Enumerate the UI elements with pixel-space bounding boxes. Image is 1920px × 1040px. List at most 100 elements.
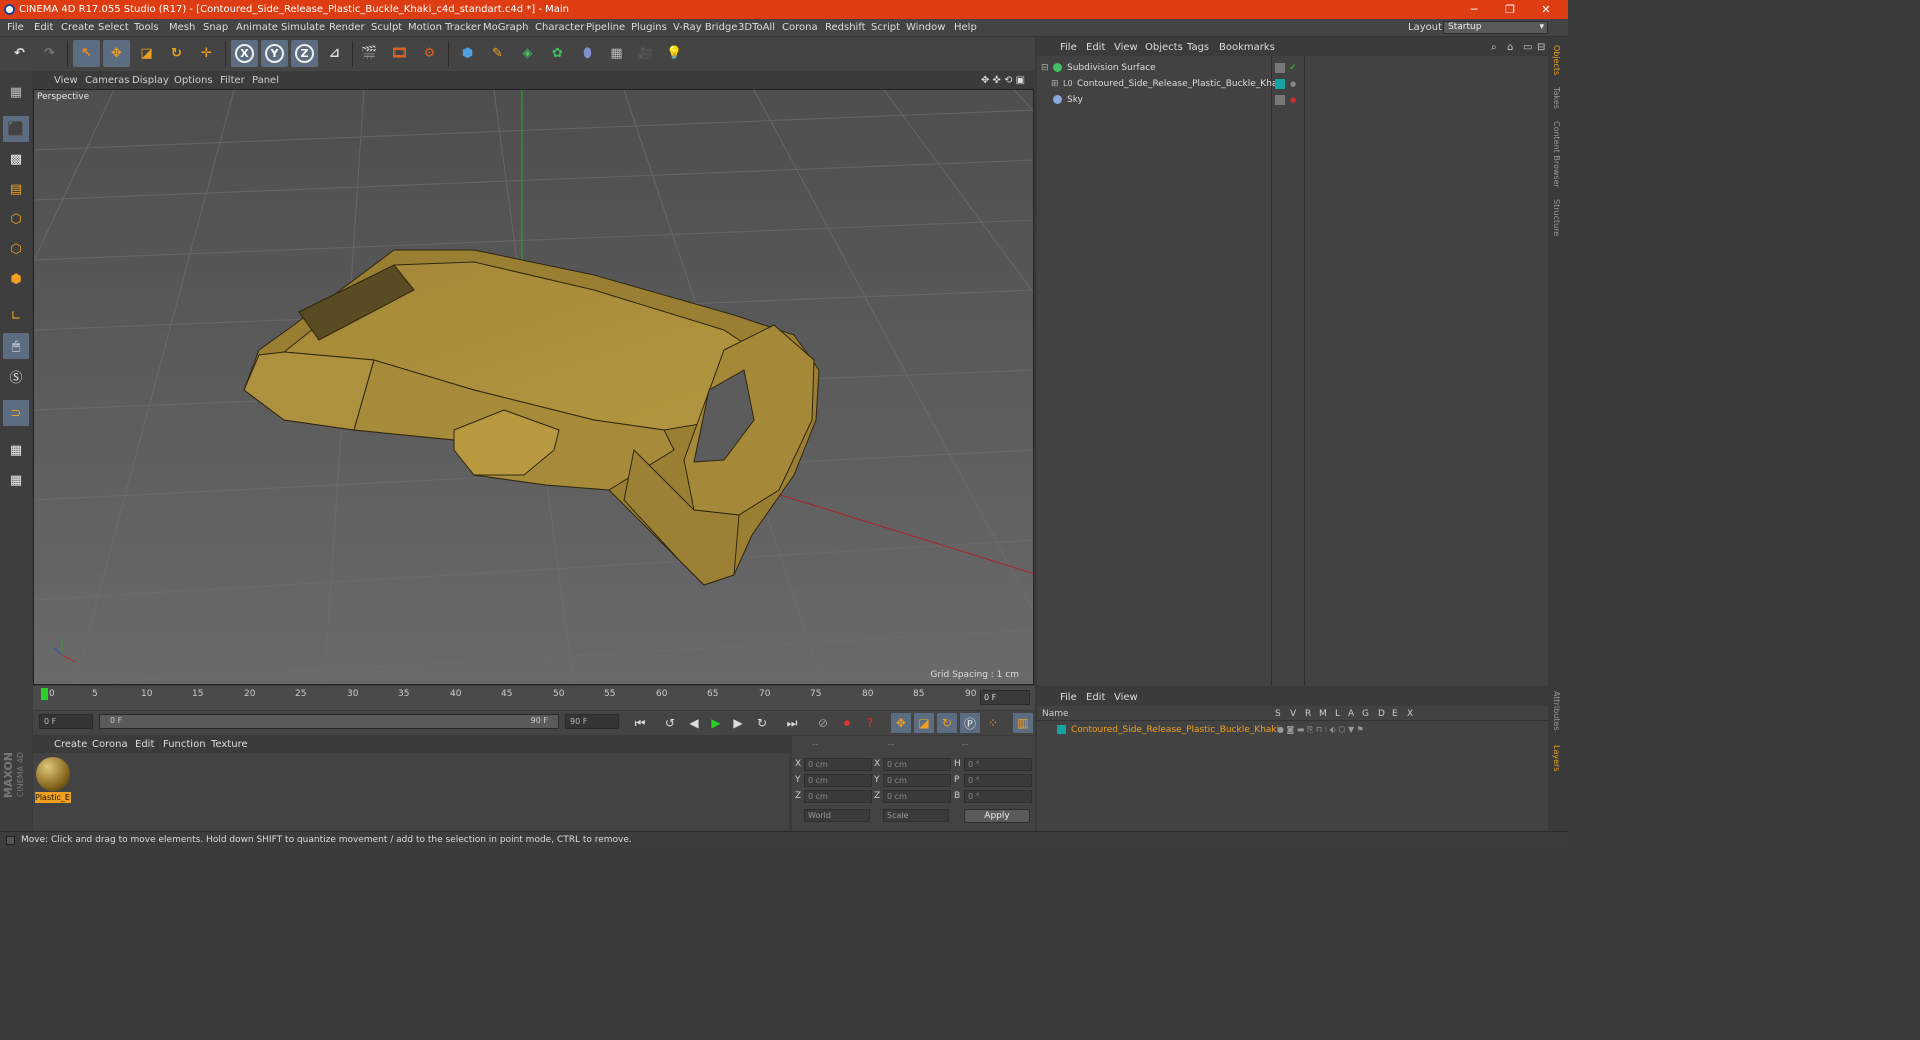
subdivision-surface-icon[interactable]: ◈ — [514, 40, 541, 67]
floor-icon[interactable]: ▦ — [603, 40, 630, 67]
move-tool-button[interactable]: ✥ — [103, 40, 130, 67]
scale-tool-button[interactable]: ◪ — [133, 40, 160, 67]
render-view-button[interactable]: 🎬 — [356, 40, 383, 67]
keyframe-selection-button[interactable]: ? — [860, 713, 880, 733]
menu-character[interactable]: Character — [535, 22, 584, 33]
viewport-menu-panel[interactable]: Panel — [252, 75, 279, 86]
visibility-dots-icon[interactable]: ● — [1290, 92, 1296, 108]
z-axis-lock-button[interactable]: Z — [291, 40, 318, 67]
light-icon[interactable]: 💡 — [661, 40, 688, 67]
redo-button[interactable]: ↷ — [36, 40, 63, 67]
menu-select[interactable]: Select — [98, 22, 129, 33]
tab-takes[interactable]: Takes — [1552, 87, 1561, 109]
layer-tag-icon[interactable] — [1275, 95, 1285, 105]
layer-menu-view[interactable]: View — [1114, 692, 1138, 703]
tab-attributes[interactable]: Attributes — [1552, 691, 1561, 731]
menu-mesh[interactable]: Mesh — [169, 22, 195, 33]
material-menu-corona[interactable]: Corona — [92, 739, 128, 750]
object-menu-objects[interactable]: Objects — [1145, 42, 1183, 53]
menu-redshift[interactable]: Redshift — [825, 22, 866, 33]
menu-sculpt[interactable]: Sculpt — [371, 22, 402, 33]
timeline-playhead[interactable] — [41, 688, 48, 700]
object-row-subdivision-surface[interactable]: ⊟ Subdivision Surface ✓ — [1037, 60, 1548, 76]
menu-window[interactable]: Window — [906, 22, 945, 33]
menu-plugins[interactable]: Plugins — [631, 22, 667, 33]
tweak-mode-icon[interactable]: 🖱 — [3, 333, 29, 359]
x-axis-lock-button[interactable]: X — [231, 40, 258, 67]
layer-color-swatch[interactable] — [1057, 725, 1066, 734]
workplane-lock-icon[interactable]: ▦ — [3, 437, 29, 463]
material-menu-create[interactable]: Create — [54, 739, 87, 750]
previous-frame-button[interactable]: ◀ — [684, 713, 704, 733]
object-menu-edit[interactable]: Edit — [1086, 42, 1105, 53]
layer-tag-icon[interactable] — [1275, 63, 1285, 73]
tab-structure[interactable]: Structure — [1552, 199, 1561, 236]
layer-col-generators[interactable]: G — [1362, 709, 1369, 719]
layer-col-expressions[interactable]: E — [1392, 709, 1398, 719]
expand-icon[interactable]: ⊞ — [1051, 76, 1059, 92]
search-icon[interactable]: ⌕ — [1491, 42, 1497, 53]
edges-mode-icon[interactable]: ⬡ — [3, 236, 29, 262]
rotate-tool-button[interactable]: ↻ — [163, 40, 190, 67]
viewport-menu-filter[interactable]: Filter — [220, 75, 245, 86]
layer-toggle-icons[interactable]: ● ◙ ▬ ⎘ ⊓ ⁝ ⬖ ⬡ ▼ ⚑ — [1277, 722, 1364, 738]
rotation-p-field[interactable]: 0 ° — [964, 774, 1032, 787]
panel-expand-icon[interactable]: ⊟ — [1537, 42, 1545, 53]
render-picture-viewer-button[interactable]: 🎞 — [386, 40, 413, 67]
layer-col-xref[interactable]: X — [1407, 709, 1413, 719]
menu-script[interactable]: Script — [871, 22, 900, 33]
home-icon[interactable]: ⌂ — [1507, 42, 1513, 53]
previous-keyframe-button[interactable]: ↺ — [660, 713, 680, 733]
camera-icon[interactable]: 🎥 — [632, 40, 659, 67]
close-button[interactable]: ✕ — [1528, 0, 1564, 19]
planar-workplane-icon[interactable]: ▦ — [3, 467, 29, 493]
material-menu-function[interactable]: Function — [163, 739, 206, 750]
enabled-check-icon[interactable]: ✓ — [1289, 60, 1297, 76]
go-to-end-button[interactable]: ⏭ — [782, 713, 802, 733]
size-mode-select[interactable]: Scale — [883, 809, 949, 822]
menu-3dtoall[interactable]: 3DToAll — [738, 22, 775, 33]
point-level-key-button[interactable]: ⁘ — [983, 713, 1003, 733]
position-z-field[interactable]: 0 cm — [804, 790, 872, 803]
material-swatch[interactable]: Plastic_E — [35, 756, 71, 804]
cube-object-icon[interactable]: ⬢ — [454, 40, 481, 67]
tab-content-browser[interactable]: Content Browser — [1552, 121, 1561, 188]
y-axis-lock-button[interactable]: Y — [261, 40, 288, 67]
menu-tools[interactable]: Tools — [134, 22, 159, 33]
layer-col-animation[interactable]: A — [1348, 709, 1354, 719]
viewport-nav-icons[interactable]: ✥ ✜ ⟲ ▣ — [981, 75, 1025, 86]
timeline-window-button[interactable]: ▥ — [1013, 713, 1033, 733]
viewport-menu-display[interactable]: Display — [132, 75, 169, 86]
layout-select[interactable]: Startup ▾ — [1443, 21, 1548, 34]
snap-icon[interactable]: ⊃ — [3, 400, 29, 426]
end-frame-field[interactable]: 90 F — [565, 714, 619, 729]
size-x-field[interactable]: 0 cm — [883, 758, 951, 771]
current-frame-field[interactable]: 0 F — [980, 690, 1030, 705]
workplane-mode-icon[interactable]: ▤ — [3, 176, 29, 202]
apply-button[interactable]: Apply — [964, 809, 1030, 823]
layer-name[interactable]: Contoured_Side_Release_Plastic_Buckle_Kh… — [1071, 722, 1279, 738]
timeline-ruler[interactable]: 0 5 10 15 20 25 30 35 40 45 50 55 60 65 … — [33, 686, 1035, 710]
polygons-mode-icon[interactable]: ⬢ — [3, 266, 29, 292]
menu-help[interactable]: Help — [954, 22, 977, 33]
new-view-icon[interactable]: ▭ — [1523, 42, 1532, 53]
rotation-h-field[interactable]: 0 ° — [964, 758, 1032, 771]
layer-col-view[interactable]: V — [1290, 709, 1296, 719]
play-button[interactable]: ▶ — [706, 713, 726, 733]
next-keyframe-button[interactable]: ↻ — [752, 713, 772, 733]
menu-pipeline[interactable]: Pipeline — [586, 22, 625, 33]
coordinate-system-button[interactable]: ⊿ — [321, 40, 348, 67]
start-frame-field[interactable]: 0 F — [39, 714, 93, 729]
model-mode-icon[interactable]: ⬛ — [3, 116, 29, 142]
menu-simulate[interactable]: Simulate — [281, 22, 325, 33]
layer-col-manager[interactable]: M — [1319, 709, 1327, 719]
restore-button[interactable]: ❐ — [1492, 0, 1528, 19]
undo-button[interactable]: ↶ — [6, 40, 33, 67]
layer-menu-file[interactable]: File — [1060, 692, 1077, 703]
menu-animate[interactable]: Animate — [236, 22, 278, 33]
perspective-viewport[interactable]: Perspective Grid Spacing : 1 cm — [33, 89, 1034, 685]
parameter-key-button[interactable]: Ⓟ — [960, 713, 980, 733]
layer-col-locked[interactable]: L — [1335, 709, 1340, 719]
layer-color-tag[interactable] — [1275, 79, 1285, 89]
cloner-icon[interactable]: ✿ — [544, 40, 571, 67]
